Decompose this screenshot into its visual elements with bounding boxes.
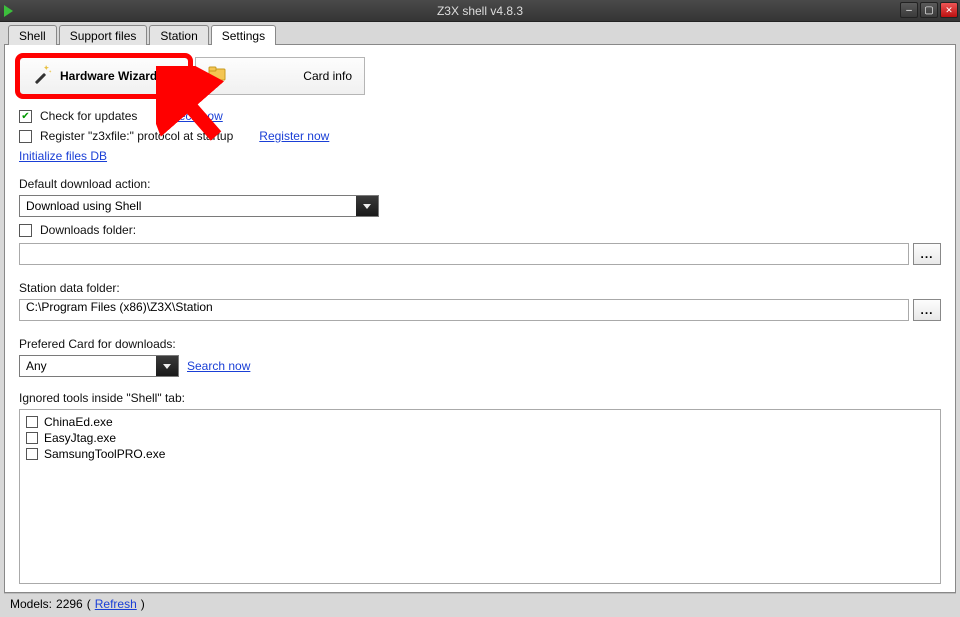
chevron-down-icon (156, 356, 178, 376)
window-title: Z3X shell v4.8.3 (437, 4, 523, 18)
check-updates-checkbox[interactable]: ✔ (19, 110, 32, 123)
list-item[interactable]: ChinaEd.exe (26, 414, 934, 430)
window-close-button[interactable] (940, 2, 958, 18)
default-download-label: Default download action: (19, 177, 941, 191)
station-folder-input[interactable]: C:\Program Files (x86)\Z3X\Station (19, 299, 909, 321)
check-now-link[interactable]: Check now (163, 109, 222, 123)
register-protocol-checkbox[interactable] (19, 130, 32, 143)
default-download-select[interactable]: Download using Shell (19, 195, 379, 217)
search-now-link[interactable]: Search now (187, 359, 250, 373)
status-close-paren: ) (141, 597, 145, 611)
refresh-link[interactable]: Refresh (95, 597, 137, 611)
list-item-label: EasyJtag.exe (44, 431, 116, 445)
chevron-down-icon (356, 196, 378, 216)
preferred-card-value: Any (20, 359, 156, 373)
downloads-folder-input[interactable] (19, 243, 909, 265)
app-play-icon (4, 5, 13, 17)
status-models-prefix: Models: (10, 597, 52, 611)
tab-shell[interactable]: Shell (8, 25, 57, 45)
list-item[interactable]: SamsungToolPRO.exe (26, 446, 934, 462)
station-folder-label: Station data folder: (19, 281, 941, 295)
check-updates-label: Check for updates (40, 109, 137, 123)
preferred-card-label: Prefered Card for downloads: (19, 337, 941, 351)
default-download-value: Download using Shell (20, 199, 356, 213)
downloads-folder-browse-button[interactable]: ... (913, 243, 941, 265)
magic-wand-icon (32, 64, 52, 89)
status-models-count: 2296 (56, 597, 83, 611)
ignored-tools-list[interactable]: ChinaEd.exe EasyJtag.exe SamsungToolPRO.… (19, 409, 941, 584)
list-item-label: ChinaEd.exe (44, 415, 113, 429)
downloads-folder-checkbox[interactable] (19, 224, 32, 237)
card-info-label: Card info (303, 69, 352, 83)
window-titlebar: Z3X shell v4.8.3 (0, 0, 960, 22)
list-item[interactable]: EasyJtag.exe (26, 430, 934, 446)
hardware-wizard-button[interactable]: Hardware Wizard (19, 57, 189, 95)
hardware-wizard-label: Hardware Wizard (60, 69, 157, 83)
status-open-paren: ( (87, 597, 91, 611)
preferred-card-select[interactable]: Any (19, 355, 179, 377)
register-protocol-label: Register "z3xfile:" protocol at startup (40, 129, 233, 143)
tab-support-files[interactable]: Support files (59, 25, 148, 45)
card-info-button[interactable]: Card info (195, 57, 365, 95)
window-minimize-button[interactable] (900, 2, 918, 18)
tab-station[interactable]: Station (149, 25, 208, 45)
main-tabstrip: Shell Support files Station Settings (4, 22, 956, 44)
tab-settings[interactable]: Settings (211, 25, 276, 45)
downloads-folder-label: Downloads folder: (40, 223, 136, 237)
ignored-tools-label: Ignored tools inside "Shell" tab: (19, 391, 941, 405)
station-folder-browse-button[interactable]: ... (913, 299, 941, 321)
window-maximize-button[interactable] (920, 2, 938, 18)
list-item-checkbox[interactable] (26, 432, 38, 444)
initialize-db-link[interactable]: Initialize files DB (19, 149, 107, 163)
status-bar: Models: 2296 ( Refresh ) (4, 593, 956, 613)
list-item-label: SamsungToolPRO.exe (44, 447, 165, 461)
settings-panel: Hardware Wizard Card info ✔ Check for up… (4, 44, 956, 593)
register-now-link[interactable]: Register now (259, 129, 329, 143)
list-item-checkbox[interactable] (26, 448, 38, 460)
list-item-checkbox[interactable] (26, 416, 38, 428)
card-folder-icon (208, 65, 228, 88)
